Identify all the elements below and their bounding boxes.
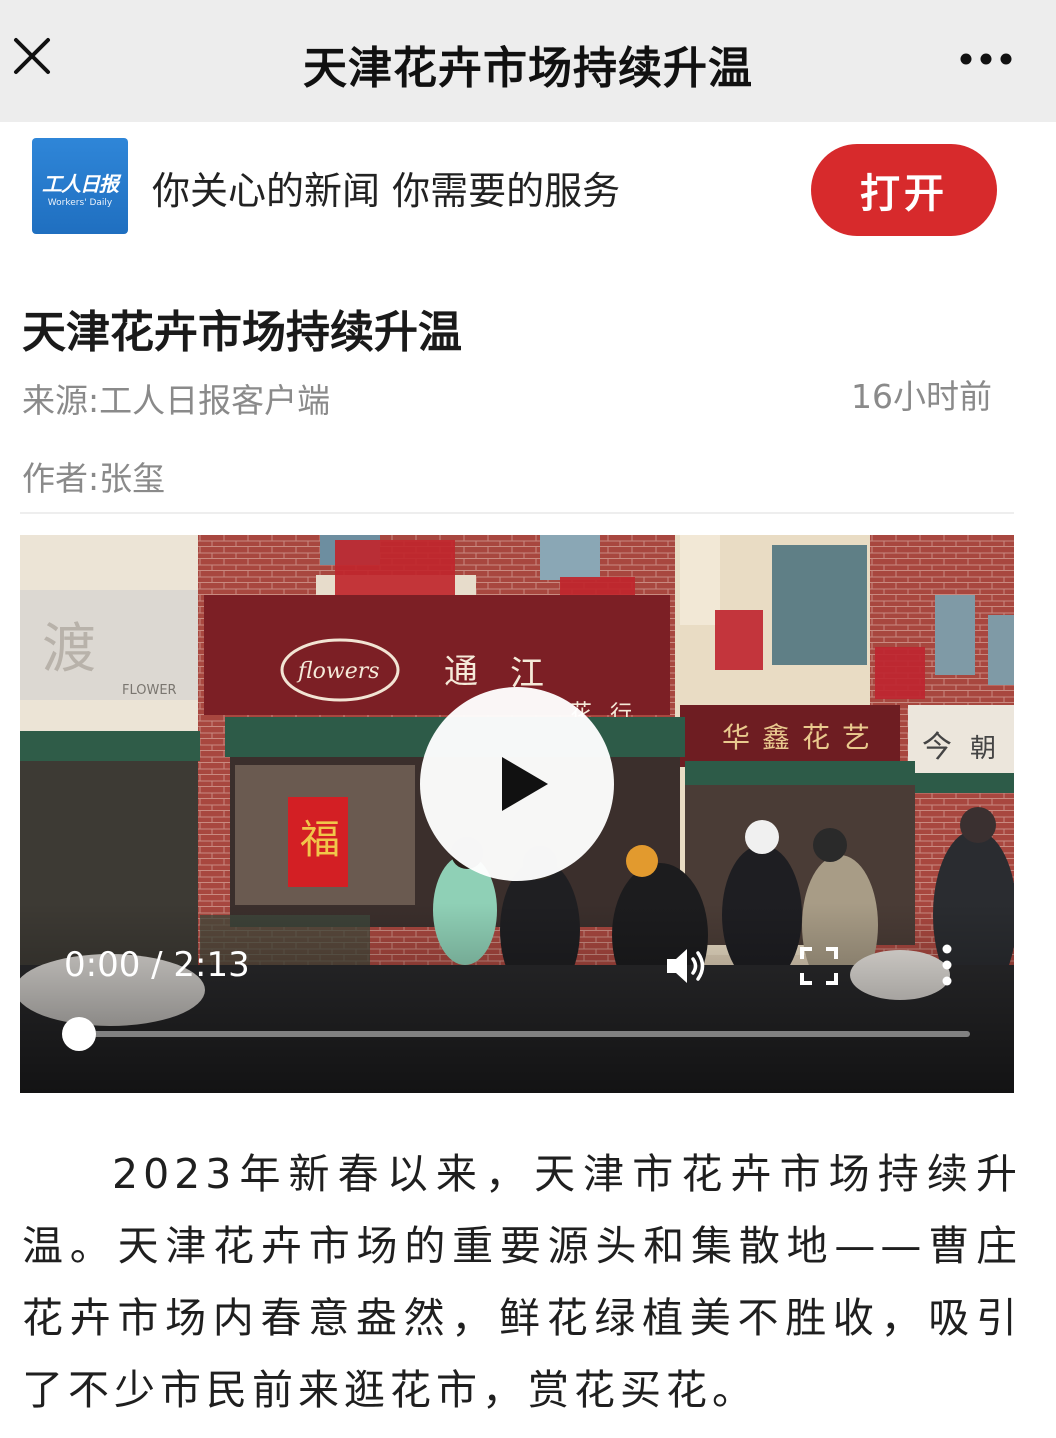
more-dots-icon[interactable] xyxy=(960,52,1012,66)
sign-yi: 艺 xyxy=(842,721,870,754)
top-nav-bar: 天津花卉市场持续升温 xyxy=(0,0,1056,122)
sign-flower-left: FLOWER xyxy=(122,683,177,698)
app-promo-banner: 工人日报 Workers' Daily 你关心的新闻 你需要的服务 打开 xyxy=(0,122,1056,252)
article-source: 来源:工人日报客户端 xyxy=(22,381,331,420)
progress-knob[interactable] xyxy=(62,1017,96,1051)
open-app-button[interactable]: 打开 xyxy=(811,144,997,236)
sign-chao: 朝 xyxy=(970,734,996,764)
app-logo: 工人日报 Workers' Daily xyxy=(32,138,128,234)
sign-jin: 今 xyxy=(922,730,952,765)
sign-tong: 通 xyxy=(444,652,478,692)
article-author: 作者:张玺 xyxy=(22,459,166,498)
divider xyxy=(20,512,1014,514)
video-time: 0:00 / 2:13 xyxy=(64,945,250,985)
more-vertical-icon[interactable] xyxy=(940,943,954,987)
poster-fu: 福 xyxy=(300,817,340,863)
play-icon xyxy=(502,757,548,811)
progress-track[interactable] xyxy=(78,1031,970,1037)
article-title: 天津花卉市场持续升温 xyxy=(22,307,462,358)
sign-xin: 鑫 xyxy=(762,721,790,754)
sign-du: 渡 xyxy=(42,617,96,680)
logo-text: 工人日报 xyxy=(42,172,119,196)
banner-slogan: 你关心的新闻 你需要的服务 xyxy=(152,169,621,213)
page-title: 天津花卉市场持续升温 xyxy=(303,43,753,94)
logo-subtext: Workers' Daily xyxy=(47,198,113,208)
article-time: 16小时前 xyxy=(851,377,992,416)
sign-hua-2: 华 xyxy=(722,721,750,754)
sign-hua-3: 花 xyxy=(802,721,830,754)
close-icon[interactable] xyxy=(8,32,56,80)
article-body: 2023年新春以来，天津市花卉市场持续升温。天津花卉市场的重要源头和集散地——曹… xyxy=(22,1150,1022,1414)
fullscreen-icon[interactable] xyxy=(800,947,838,985)
video-player[interactable]: 渡 FLOWER flowers 通 江 花 行 华 鑫 花 艺 今 朝 xyxy=(20,535,1014,1093)
volume-icon[interactable] xyxy=(665,945,711,987)
sign-flowers: flowers xyxy=(296,659,380,684)
play-button[interactable] xyxy=(420,687,614,881)
controls-gradient xyxy=(20,903,1014,1093)
